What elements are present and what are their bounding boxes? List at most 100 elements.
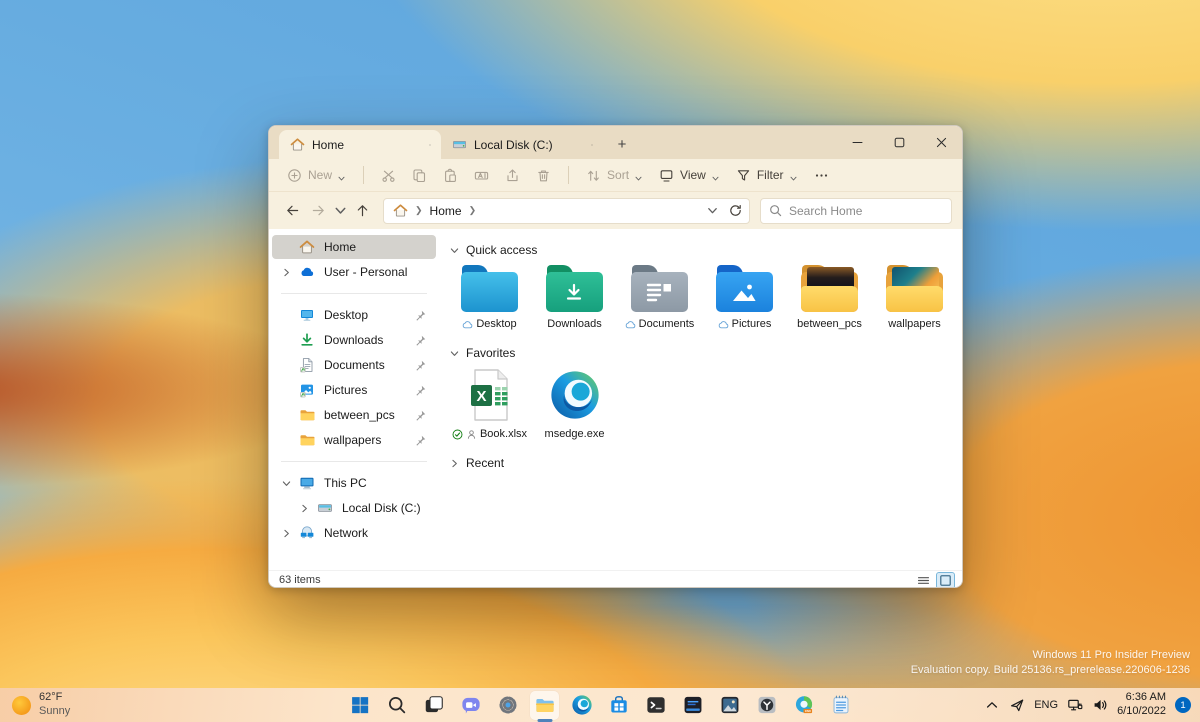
taskbar-terminal-button[interactable]: [641, 691, 670, 720]
drive-small: [317, 500, 333, 516]
tab-local-disk-c-[interactable]: Local Disk (C:): [441, 130, 603, 159]
cut-icon: [381, 168, 396, 183]
taskbar-dark-app-button[interactable]: [678, 691, 707, 720]
section-header-favorites[interactable]: Favorites: [447, 342, 962, 366]
taskbar-edge-button[interactable]: [567, 691, 596, 720]
thumbnail-view-button[interactable]: [937, 573, 954, 588]
sidebar-item-documents[interactable]: Documents: [272, 353, 436, 377]
tab-close-icon[interactable]: [425, 140, 435, 150]
tile-downloads[interactable]: Downloads: [532, 265, 617, 330]
nearby-share-icon[interactable]: [1009, 697, 1025, 713]
sidebar-item-pictures[interactable]: Pictures: [272, 378, 436, 402]
rename-button[interactable]: [466, 163, 497, 188]
refresh-icon[interactable]: [728, 203, 743, 218]
tile-msedge-exe[interactable]: msedge.exe: [532, 368, 617, 440]
taskbar-settings-button[interactable]: [493, 691, 522, 720]
new-button[interactable]: New: [279, 163, 354, 188]
tile-between-pcs[interactable]: between_pcs: [787, 265, 872, 330]
folder-wallpapers: [886, 265, 944, 312]
taskbar-file-explorer-button[interactable]: [530, 691, 559, 720]
sync-ok-icon: [452, 429, 463, 440]
taskbar-chat-button[interactable]: [456, 691, 485, 720]
tile-label-text: wallpapers: [888, 318, 941, 330]
close-button[interactable]: [920, 126, 962, 159]
chevron-right-icon[interactable]: [281, 267, 292, 278]
section-header-recent[interactable]: Recent: [447, 452, 962, 476]
recent-locations-button[interactable]: [331, 198, 349, 224]
sidebar-item-this-pc[interactable]: This PC: [272, 471, 436, 495]
watermark-line1: Windows 11 Pro Insider Preview: [911, 648, 1190, 663]
tab-home[interactable]: Home: [279, 130, 441, 159]
sidebar-item-home[interactable]: Home: [272, 235, 436, 259]
tile-documents[interactable]: Documents: [617, 265, 702, 330]
maximize-button[interactable]: [878, 126, 920, 159]
more-button[interactable]: [806, 163, 837, 188]
sidebar-item-network[interactable]: Network: [272, 521, 436, 545]
terminal-icon: [645, 694, 667, 716]
taskbar-task-view-button[interactable]: [419, 691, 448, 720]
sidebar-item-desktop[interactable]: Desktop: [272, 303, 436, 327]
sidebar-item-user-personal[interactable]: User - Personal: [272, 260, 436, 284]
tray-time: 6:36 AM: [1117, 691, 1166, 705]
sidebar-item-between-pcs[interactable]: between_pcs: [272, 403, 436, 427]
chevron-right-icon[interactable]: [299, 503, 310, 514]
folder-glyph: [729, 280, 759, 304]
delete-button[interactable]: [528, 163, 559, 188]
edge: [548, 368, 602, 422]
chevron-right-icon[interactable]: [281, 528, 292, 539]
address-bar[interactable]: ❯ Home ❯: [383, 198, 750, 224]
taskbar-photos-button[interactable]: [715, 691, 744, 720]
tile-book-xlsx[interactable]: XBook.xlsx: [447, 368, 532, 440]
widgets-button[interactable]: 62°F Sunny: [12, 691, 70, 719]
back-button[interactable]: [279, 198, 305, 224]
section-header-quick-access[interactable]: Quick access: [447, 239, 962, 263]
tile-label: between_pcs: [797, 318, 862, 330]
search-box[interactable]: [760, 198, 952, 224]
taskbar-search-button[interactable]: [382, 691, 411, 720]
sidebar-item-wallpapers[interactable]: wallpapers: [272, 428, 436, 452]
tab-close-icon[interactable]: [587, 140, 597, 150]
clock[interactable]: 6:36 AM 6/10/2022: [1117, 691, 1166, 719]
view-button[interactable]: View: [651, 163, 728, 188]
copy-button[interactable]: [404, 163, 435, 188]
paste-button[interactable]: [435, 163, 466, 188]
sidebar-item-local-disk-c-[interactable]: Local Disk (C:): [272, 496, 436, 520]
taskbar-notepad-button[interactable]: [826, 691, 855, 720]
tile-desktop[interactable]: Desktop: [447, 265, 532, 330]
tile-pictures[interactable]: Pictures: [702, 265, 787, 330]
pc-small: [299, 475, 315, 491]
address-dropdown-icon[interactable]: [706, 204, 719, 217]
system-tray: ENG 6:36 AM 6/10/2022 1: [984, 691, 1191, 719]
minimize-button[interactable]: [836, 126, 878, 159]
network-icon[interactable]: [1067, 697, 1083, 713]
tile-wallpapers[interactable]: wallpapers: [872, 265, 957, 330]
forward-button[interactable]: [305, 198, 331, 224]
filter-button[interactable]: Filter: [728, 163, 806, 188]
share-button[interactable]: [497, 163, 528, 188]
breadcrumb-separator: ❯: [415, 205, 423, 216]
breadcrumb[interactable]: Home: [430, 204, 462, 218]
chevron-right-icon[interactable]: [449, 458, 460, 469]
sidebar-item-label: Home: [324, 240, 356, 254]
taskbar-cmi-app-button[interactable]: CMI: [789, 691, 818, 720]
up-button[interactable]: [349, 198, 375, 224]
taskbar-y-app-button[interactable]: [752, 691, 781, 720]
sidebar-item-downloads[interactable]: Downloads: [272, 328, 436, 352]
details-view-button[interactable]: [915, 573, 932, 588]
cut-button[interactable]: [373, 163, 404, 188]
command-toolbar: New SortViewFilter: [269, 159, 962, 192]
taskbar-microsoft-store-button[interactable]: [604, 691, 633, 720]
chevron-down-icon[interactable]: [449, 245, 460, 256]
new-tab-button[interactable]: +: [609, 131, 635, 157]
show-hidden-icons-button[interactable]: [984, 697, 1000, 713]
tab-bar: HomeLocal Disk (C:) +: [269, 126, 962, 159]
search-input[interactable]: [789, 204, 919, 218]
notification-badge[interactable]: 1: [1175, 697, 1191, 713]
sort-icon: [586, 168, 601, 183]
volume-icon[interactable]: [1092, 697, 1108, 713]
sort-button[interactable]: Sort: [578, 163, 651, 188]
language-indicator[interactable]: ENG: [1034, 699, 1058, 711]
chevron-down-icon[interactable]: [449, 348, 460, 359]
chevron-down-icon[interactable]: [281, 478, 292, 489]
taskbar-start-button[interactable]: [345, 691, 374, 720]
